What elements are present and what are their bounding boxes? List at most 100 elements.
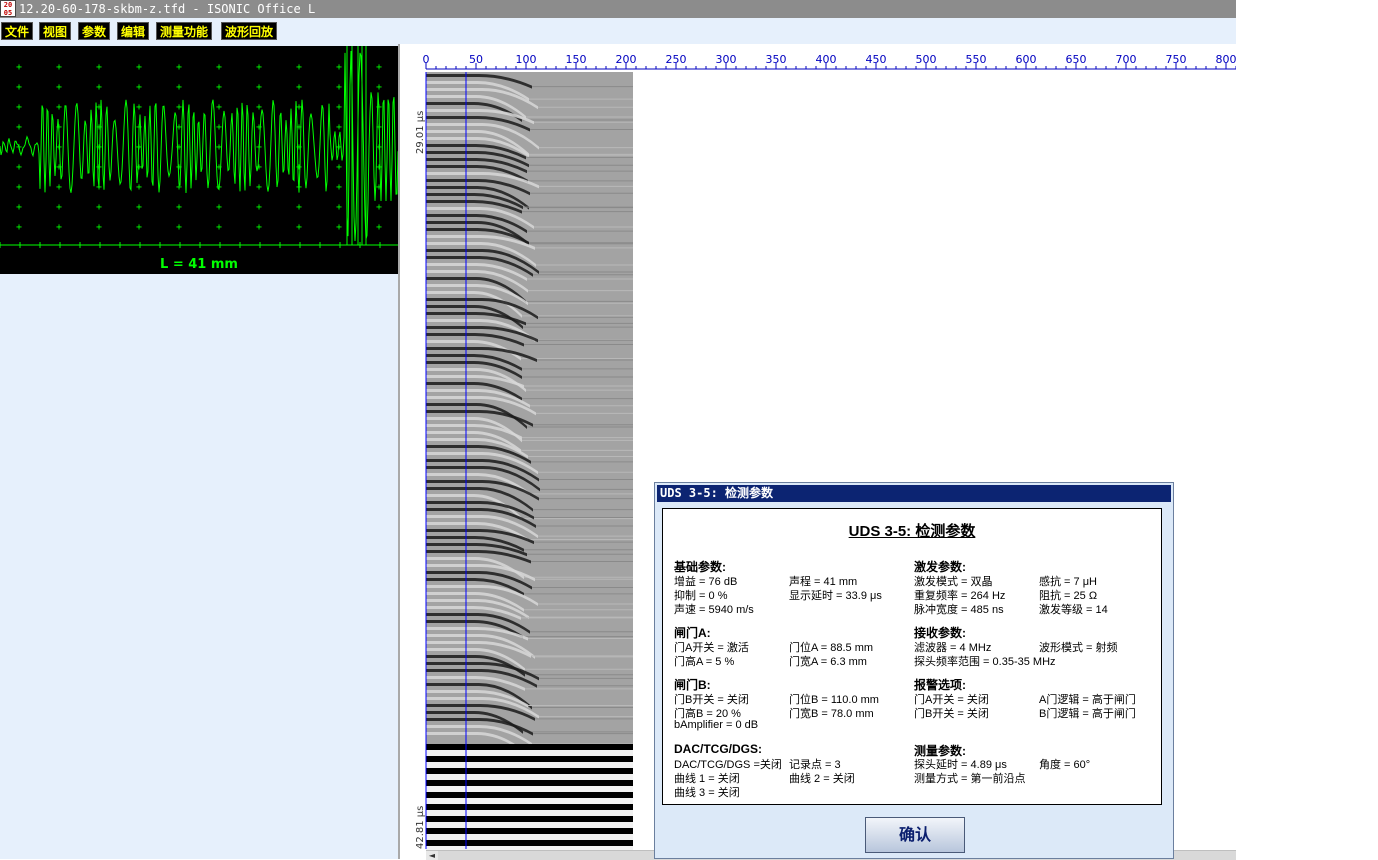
b-scan-backwall-band bbox=[426, 756, 633, 762]
grid-marker: + bbox=[336, 62, 342, 73]
grid-marker: + bbox=[176, 82, 182, 93]
dialog-content: UDS 3-5: 检测参数 基础参数: 增益 = 76 dB 抑制 = 0 % … bbox=[662, 508, 1162, 805]
grid-marker: + bbox=[216, 202, 222, 213]
param-alarm-b-logic: B门逻辑 = 高于闸门 bbox=[1039, 708, 1136, 720]
grid-marker: + bbox=[256, 182, 262, 193]
grid-marker: + bbox=[56, 102, 62, 113]
parameters-dialog: UDS 3-5: 检测参数 UDS 3-5: 检测参数 基础参数: 增益 = 7… bbox=[654, 482, 1174, 859]
param-pulser-level: 激发等级 = 14 bbox=[1039, 604, 1108, 616]
grid-marker: + bbox=[136, 62, 142, 73]
param-velocity: 声速 = 5940 m/s bbox=[674, 604, 754, 616]
b-scan-backwall-band bbox=[426, 792, 633, 798]
grid-marker: + bbox=[336, 222, 342, 233]
grid-marker: + bbox=[336, 102, 342, 113]
grid-marker: + bbox=[296, 62, 302, 73]
grid-marker: + bbox=[216, 102, 222, 113]
ok-button[interactable]: 确认 bbox=[865, 817, 965, 853]
grid-marker: + bbox=[16, 62, 22, 73]
grid-marker: + bbox=[296, 162, 302, 173]
grid-marker: + bbox=[16, 162, 22, 173]
b-scan-backwall-gap bbox=[426, 834, 633, 840]
grid-marker: + bbox=[376, 222, 382, 233]
a-scan-display[interactable]: + + + + + + + + + + + + + + + + + + + + + + + + + + + + + + + + + + + + + + + +… bbox=[0, 46, 398, 274]
grid-marker: + bbox=[16, 182, 22, 193]
b-scan-backwall-gap bbox=[426, 786, 633, 792]
grid-marker: + bbox=[96, 222, 102, 233]
param-dac-curve2: 曲线 2 = 关闭 bbox=[789, 773, 855, 785]
window-title: 12.20-60-178-skbm-z.tfd - ISONIC Office … bbox=[19, 2, 316, 16]
a-scan-range-label: L = 41 mm bbox=[160, 257, 238, 272]
menu-view[interactable]: 视图 bbox=[39, 22, 72, 40]
grid-marker: + bbox=[216, 222, 222, 233]
menu-measurement[interactable]: 测量功能 bbox=[156, 22, 213, 40]
grid-marker: + bbox=[296, 142, 302, 153]
menu-waveform-playback[interactable]: 波形回放 bbox=[221, 22, 278, 40]
grid-marker: + bbox=[256, 62, 262, 73]
grid-marker: + bbox=[56, 82, 62, 93]
y-top-label: 29.01 μs bbox=[415, 110, 426, 154]
grid-marker: + bbox=[296, 82, 302, 93]
menu-file[interactable]: 文件 bbox=[1, 22, 34, 40]
isonic-app-icon[interactable]: 20 05 bbox=[0, 0, 16, 17]
grid-marker: + bbox=[336, 122, 342, 133]
b-scan-backwall-gap bbox=[426, 798, 633, 804]
grid-marker: + bbox=[16, 82, 22, 93]
param-dac-curve3: 曲线 3 = 关闭 bbox=[674, 787, 740, 799]
param-alarm-b-on: 门B开关 = 关闭 bbox=[914, 708, 989, 720]
grid-marker: + bbox=[256, 202, 262, 213]
left-panel: + + + + + + + + + + + + + + + + + + + + + + + + + + + + + + + + + + + + + + + +… bbox=[0, 44, 398, 859]
grid-marker: + bbox=[136, 182, 142, 193]
grid-marker: + bbox=[56, 182, 62, 193]
b-scan-backwall-band bbox=[426, 816, 633, 822]
grid-marker: + bbox=[176, 202, 182, 213]
grid-marker: + bbox=[256, 122, 262, 133]
section-dac-title: DAC/TCG/DGS: bbox=[674, 742, 762, 756]
grid-marker: + bbox=[296, 202, 302, 213]
grid-marker: + bbox=[136, 102, 142, 113]
grid-marker: + bbox=[336, 202, 342, 213]
b-scan-backwall-band bbox=[426, 768, 633, 774]
grid-marker: + bbox=[96, 82, 102, 93]
grid-marker: + bbox=[56, 162, 62, 173]
grid-marker: + bbox=[136, 222, 142, 233]
grid-marker: + bbox=[16, 102, 22, 113]
menu-parameters[interactable]: 参数 bbox=[78, 22, 111, 40]
grid-marker: + bbox=[176, 102, 182, 113]
grid-marker: + bbox=[176, 62, 182, 73]
y-bottom-label: 42.81 μs bbox=[415, 805, 426, 849]
b-scan-backwall-band bbox=[426, 804, 633, 810]
grid-marker: + bbox=[256, 222, 262, 233]
grid-marker: + bbox=[16, 122, 22, 133]
grid-marker: + bbox=[56, 222, 62, 233]
grid-marker: + bbox=[376, 162, 382, 173]
param-gate-b-amp: bAmplifier = 0 dB bbox=[674, 719, 759, 731]
b-scan-backwall-band bbox=[426, 780, 633, 786]
grid-marker: + bbox=[376, 62, 382, 73]
b-scan-backwall-gap bbox=[426, 750, 633, 756]
grid-marker: + bbox=[296, 222, 302, 233]
b-scan-backwall-band bbox=[426, 840, 633, 846]
menu-bar: 文件 视图 参数 编辑 测量功能 波形回放 bbox=[0, 18, 1236, 44]
param-gate-a-width: 门宽A = 6.3 mm bbox=[789, 656, 867, 668]
param-angle: 角度 = 60° bbox=[1039, 759, 1091, 771]
menu-edit[interactable]: 编辑 bbox=[117, 22, 150, 40]
param-pulse-width: 脉冲宽度 = 485 ns bbox=[914, 604, 1004, 616]
grid-marker: + bbox=[96, 62, 102, 73]
grid-marker: + bbox=[216, 82, 222, 93]
b-scan-backwall-gap bbox=[426, 762, 633, 768]
grid-marker: + bbox=[336, 82, 342, 93]
b-scan-backwall-gap bbox=[426, 810, 633, 816]
b-scan-backwall-gap bbox=[426, 822, 633, 828]
grid-marker: + bbox=[256, 162, 262, 173]
grid-marker: + bbox=[16, 222, 22, 233]
grid-marker: + bbox=[56, 62, 62, 73]
param-probe-range: 探头频率范围 = 0.35-35 MHz bbox=[914, 656, 1056, 668]
param-measure-mode: 测量方式 = 第一前沿点 bbox=[914, 773, 1026, 785]
grid-marker: + bbox=[56, 202, 62, 213]
grid-marker: + bbox=[136, 202, 142, 213]
grid-marker: + bbox=[96, 202, 102, 213]
b-scan-backwall-band bbox=[426, 744, 633, 750]
grid-marker: + bbox=[336, 162, 342, 173]
dialog-title-bar[interactable]: UDS 3-5: 检测参数 bbox=[657, 485, 1171, 502]
b-scan-backwall-gap bbox=[426, 774, 633, 780]
